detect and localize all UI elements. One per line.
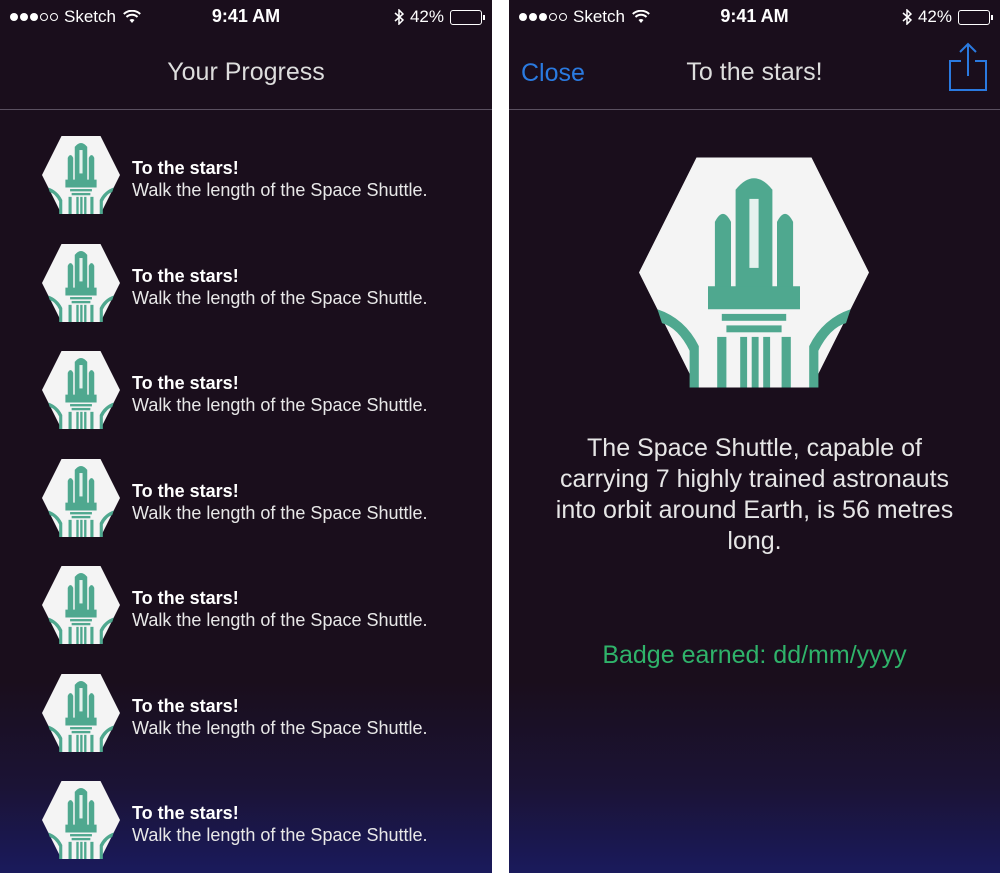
share-icon[interactable] bbox=[948, 42, 988, 92]
status-bar: Sketch 9:41 AM 42% bbox=[0, 0, 492, 34]
battery-icon bbox=[958, 9, 993, 25]
space-shuttle-icon bbox=[639, 155, 869, 390]
bluetooth-icon bbox=[394, 9, 404, 25]
badge-description: Walk the length of the Space Shuttle. bbox=[132, 502, 428, 523]
badge-detail-screen: Sketch 9:41 AM 42% Close To the stars! T… bbox=[509, 0, 1000, 873]
space-shuttle-icon bbox=[42, 135, 120, 215]
badge-list-item[interactable]: To the stars! Walk the length of the Spac… bbox=[0, 775, 492, 873]
navigation-bar: Close To the stars! bbox=[509, 40, 1000, 110]
space-shuttle-icon bbox=[42, 565, 120, 645]
badge-list-item[interactable]: To the stars! Walk the length of the Spac… bbox=[0, 345, 492, 453]
progress-screen: Sketch 9:41 AM 42% Your Progress To the … bbox=[0, 0, 492, 873]
battery-icon bbox=[450, 9, 485, 25]
badge-list-item[interactable]: To the stars! Walk the length of the Spac… bbox=[0, 238, 492, 346]
badge-description: Walk the length of the Space Shuttle. bbox=[132, 287, 428, 308]
badge-description: Walk the length of the Space Shuttle. bbox=[132, 610, 428, 630]
badge-description: The Space Shuttle, capable of carrying 7… bbox=[555, 434, 954, 555]
badge-list: To the stars! Walk the length of the Spac… bbox=[0, 130, 492, 873]
page-title: Your Progress bbox=[167, 58, 325, 86]
badge-title: To the stars! bbox=[132, 695, 239, 716]
status-right: 42% bbox=[394, 7, 485, 27]
space-shuttle-icon bbox=[42, 780, 120, 860]
badge-title: To the stars! bbox=[132, 588, 239, 608]
badge-title: To the stars! bbox=[132, 803, 239, 823]
badge-list-item[interactable]: To the stars! Walk the length of the Spac… bbox=[0, 453, 492, 561]
badge-title: To the stars! bbox=[132, 373, 239, 393]
space-shuttle-icon bbox=[42, 243, 120, 323]
space-shuttle-icon bbox=[42, 350, 120, 430]
badge-description: Walk the length of the Space Shuttle. bbox=[132, 717, 428, 738]
badge-description: Walk the length of the Space Shuttle. bbox=[132, 180, 428, 200]
navigation-bar: Your Progress bbox=[0, 40, 492, 110]
badge-earned-date: Badge earned: dd/mm/yyyy bbox=[602, 641, 907, 669]
badge-title: To the stars! bbox=[132, 265, 239, 286]
space-shuttle-icon bbox=[42, 458, 120, 538]
page-title: To the stars! bbox=[686, 58, 823, 86]
badge-list-item[interactable]: To the stars! Walk the length of the Spac… bbox=[0, 668, 492, 776]
badge-description: Walk the length of the Space Shuttle. bbox=[132, 395, 428, 415]
space-shuttle-icon bbox=[42, 673, 120, 753]
badge-title: To the stars! bbox=[132, 480, 239, 501]
status-right: 42% bbox=[902, 7, 993, 27]
badge-list-item[interactable]: To the stars! Walk the length of the Spac… bbox=[0, 560, 492, 668]
badge-description: Walk the length of the Space Shuttle. bbox=[132, 825, 428, 845]
status-bar: Sketch 9:41 AM 42% bbox=[509, 0, 1000, 34]
badge-list-item[interactable]: To the stars! Walk the length of the Spac… bbox=[0, 130, 492, 238]
bluetooth-icon bbox=[902, 9, 912, 25]
battery-percentage: 42% bbox=[409, 7, 444, 26]
battery-percentage: 42% bbox=[917, 7, 952, 26]
badge-title: To the stars! bbox=[132, 158, 239, 178]
